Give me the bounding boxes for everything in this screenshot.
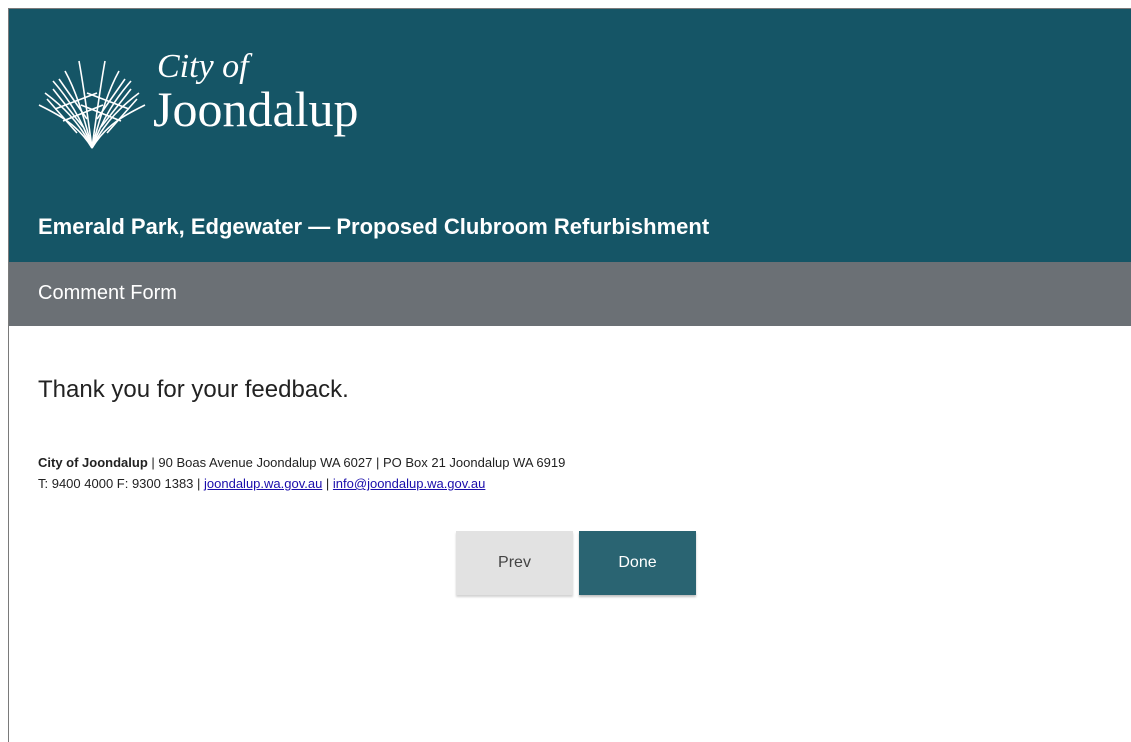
org-name: City of Joondalup bbox=[38, 455, 148, 470]
site-header: City of Joondalup Emerald Park, Edgewate… bbox=[9, 9, 1131, 262]
page-frame: City of Joondalup Emerald Park, Edgewate… bbox=[8, 8, 1131, 742]
thank-you-message: Thank you for your feedback. bbox=[38, 376, 349, 403]
email-link[interactable]: info@joondalup.wa.gov.au bbox=[333, 476, 485, 491]
website-link[interactable]: joondalup.wa.gov.au bbox=[204, 476, 322, 491]
city-logo[interactable]: City of Joondalup bbox=[37, 48, 417, 153]
logo-text-joondalup: Joondalup bbox=[153, 81, 359, 137]
street-address: 90 Boas Avenue Joondalup WA 6027 bbox=[158, 455, 373, 470]
project-title: Emerald Park, Edgewater — Proposed Clubr… bbox=[38, 214, 710, 239]
fan-leaf-logo-icon bbox=[38, 60, 146, 149]
separator: | bbox=[322, 476, 333, 491]
po-box-address: PO Box 21 Joondalup WA 6919 bbox=[382, 455, 566, 470]
phone-fax: T: 9400 4000 F: 9300 1383 bbox=[38, 476, 194, 491]
prev-button[interactable]: Prev bbox=[456, 531, 573, 595]
separator: | bbox=[147, 455, 159, 470]
separator: | bbox=[372, 455, 383, 470]
form-title-bar: Comment Form bbox=[9, 262, 1131, 326]
contact-line-2: T: 9400 4000 F: 9300 1383 | joondalup.wa… bbox=[38, 473, 565, 494]
separator: | bbox=[193, 476, 205, 491]
contact-info: City of Joondalup | 90 Boas Avenue Joond… bbox=[38, 452, 565, 494]
contact-line-1: City of Joondalup | 90 Boas Avenue Joond… bbox=[38, 452, 565, 473]
form-title: Comment Form bbox=[38, 282, 177, 304]
done-button[interactable]: Done bbox=[579, 531, 696, 595]
